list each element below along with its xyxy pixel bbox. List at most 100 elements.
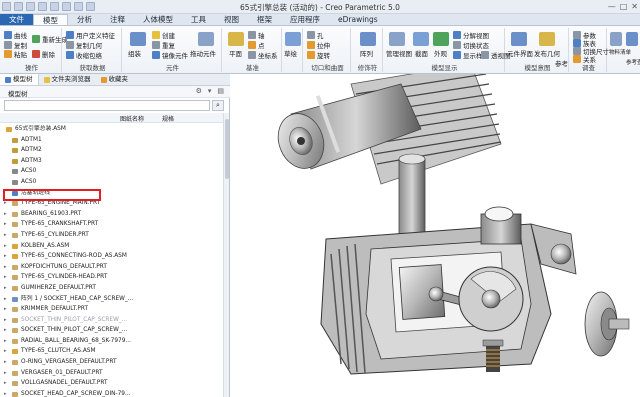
- curve-button[interactable]: 曲线: [4, 30, 27, 40]
- tree-row[interactable]: ACS0: [0, 166, 224, 177]
- expand-icon[interactable]: ▸: [4, 272, 7, 283]
- tab-edrawings[interactable]: eDrawings: [329, 14, 387, 25]
- tree-row[interactable]: ▸ TYPE-65_CLUTCH_AS.ASM: [0, 346, 224, 357]
- tree-row[interactable]: ▸ GUMIHERZE_DEFAULT.PRT: [0, 283, 224, 294]
- tab-tools[interactable]: 工具: [182, 14, 215, 25]
- tree-row[interactable]: ▸ KOLBEN_AS.ASM: [0, 241, 224, 252]
- search-icon[interactable]: ⌕: [212, 100, 224, 111]
- component-interface-icon[interactable]: [511, 32, 527, 46]
- tree-row-label: GUMIHERZE_DEFAULT.PRT: [21, 284, 96, 291]
- manage-views-icon[interactable]: [389, 32, 405, 46]
- axis-button[interactable]: 轴: [248, 30, 265, 40]
- tree-row[interactable]: ▸ O-RING_VERGASER_DEFAULT.PRT: [0, 357, 224, 368]
- reference-viewer-icon[interactable]: [626, 32, 638, 46]
- tab-framework[interactable]: 框架: [248, 14, 281, 25]
- tab-manikin[interactable]: 人体模型: [134, 14, 182, 25]
- column-drawing-name[interactable]: 图纸名称: [120, 114, 144, 123]
- tab-model[interactable]: 模型: [33, 14, 68, 25]
- explode-view-button[interactable]: 分解视图: [453, 30, 489, 40]
- expand-icon[interactable]: ▸: [4, 262, 7, 273]
- expand-icon[interactable]: ▸: [4, 336, 7, 347]
- expand-icon[interactable]: ▸: [4, 315, 7, 326]
- expand-icon[interactable]: ▸: [4, 251, 7, 262]
- tree-row[interactable]: ▸ KRIMMER_DEFAULT.PRT: [0, 304, 224, 315]
- bom-icon[interactable]: [610, 32, 622, 46]
- regenerate-button[interactable]: 重新生成: [32, 34, 68, 44]
- tree-row[interactable]: ▸ BEARING_61903.PRT: [0, 209, 224, 220]
- close-button[interactable]: ✕: [631, 2, 638, 11]
- scrollbar-thumb[interactable]: [225, 119, 229, 179]
- pattern-icon[interactable]: [360, 32, 376, 46]
- tree-row[interactable]: 65式引擎总装.ASM: [0, 124, 224, 135]
- show-icon[interactable]: ▾: [208, 87, 212, 95]
- extrude-button[interactable]: 拉伸: [307, 40, 330, 50]
- engine-model[interactable]: [231, 74, 640, 397]
- expand-icon[interactable]: ▸: [4, 219, 7, 230]
- tree-row[interactable]: ▸ VOLLGASNADEL_DEFAULT.PRT: [0, 378, 224, 389]
- expand-icon[interactable]: ▸: [4, 368, 7, 379]
- minimize-button[interactable]: —: [608, 2, 616, 11]
- tab-favorites[interactable]: 收藏夹: [96, 74, 134, 85]
- tree-row[interactable]: ▸ TYPE-65_CYLINDER.PRT: [0, 230, 224, 241]
- plane-icon[interactable]: [228, 32, 244, 46]
- tab-annotate[interactable]: 注释: [101, 14, 134, 25]
- expand-icon[interactable]: ▸: [4, 304, 7, 315]
- hole-button[interactable]: 孔: [307, 30, 324, 40]
- tree-row[interactable]: ▸ SOCKET_THIN_PILOT_CAP_SCREW_...: [0, 325, 224, 336]
- tab-model-tree[interactable]: 模型树: [0, 74, 39, 85]
- expand-icon[interactable]: ▸: [4, 241, 7, 252]
- tab-file[interactable]: 文件: [0, 14, 33, 25]
- tree-row[interactable]: ▸ KOPFDICHTUNG_DEFAULT.PRT: [0, 262, 224, 273]
- tree-row[interactable]: ▸ SOCKET_THIN_PILOT_CAP_SCREW_...: [0, 315, 224, 326]
- create-button[interactable]: 创建: [152, 30, 175, 40]
- mirror-component-button[interactable]: 镜像元件: [152, 50, 188, 60]
- graphics-viewport[interactable]: [231, 74, 640, 397]
- tree-row[interactable]: ADTM1: [0, 135, 224, 146]
- tree-row[interactable]: ADTM3: [0, 156, 224, 167]
- sketch-icon[interactable]: [285, 32, 301, 46]
- maximize-button[interactable]: □: [620, 2, 628, 11]
- tree-row[interactable]: ACS0: [0, 177, 224, 188]
- tab-view[interactable]: 视图: [215, 14, 248, 25]
- tab-applications[interactable]: 应用程序: [281, 14, 329, 25]
- repeat-button[interactable]: 重复: [152, 40, 175, 50]
- tree-row[interactable]: ▸ SOCKET_HEAD_CAP_SCREW_DIN-79...: [0, 389, 224, 397]
- tree-settings-icon[interactable]: ⚙: [196, 87, 202, 95]
- drag-components-icon[interactable]: [198, 32, 214, 46]
- expand-icon[interactable]: ▸: [4, 346, 7, 357]
- udf-button[interactable]: 用户定义特征: [66, 30, 115, 40]
- tree-row[interactable]: ▸ TYPE-65_CRANKSHAFT.PRT: [0, 219, 224, 230]
- tab-analysis[interactable]: 分析: [68, 14, 101, 25]
- tree-row[interactable]: ▸ RADIAL_BALL_BEARING_68_SK-7979...: [0, 336, 224, 347]
- filter-icon[interactable]: ▤: [217, 87, 224, 95]
- expand-icon[interactable]: ▸: [4, 378, 7, 389]
- expand-icon[interactable]: ▸: [4, 283, 7, 294]
- expand-icon[interactable]: ▸: [4, 357, 7, 368]
- vertical-scrollbar[interactable]: [223, 113, 229, 397]
- publish-geometry-icon[interactable]: [539, 32, 555, 46]
- shrinkwrap-button[interactable]: 收缩包络: [66, 50, 102, 60]
- section-icon[interactable]: [413, 32, 429, 46]
- delete-button[interactable]: 删除: [32, 49, 55, 59]
- tree-row[interactable]: ▸ TYPE-65_CYLINDER-HEAD.PRT: [0, 272, 224, 283]
- expand-icon[interactable]: ▸: [4, 389, 7, 397]
- expand-icon[interactable]: ▸: [4, 230, 7, 241]
- tree-row[interactable]: ▸ TYPE-65_CONNECTING-ROD_AS.ASM: [0, 251, 224, 262]
- expand-icon[interactable]: ▸: [4, 209, 7, 220]
- expand-icon[interactable]: ▸: [4, 294, 7, 305]
- csys-button[interactable]: 坐标系: [248, 50, 278, 60]
- tree-row[interactable]: ADTM2: [0, 145, 224, 156]
- revolve-button[interactable]: 旋转: [307, 50, 330, 60]
- point-button[interactable]: 点: [248, 40, 265, 50]
- appearance-icon[interactable]: [433, 32, 449, 46]
- paste-button[interactable]: 粘贴: [4, 49, 27, 59]
- assemble-icon[interactable]: [130, 32, 146, 46]
- toggle-status-button[interactable]: 切换状态: [453, 40, 489, 50]
- column-spec[interactable]: 规格: [162, 114, 174, 123]
- tree-row[interactable]: ▸ VERGASER_01_DEFAULT.PRT: [0, 368, 224, 379]
- tree-search-input[interactable]: [4, 100, 210, 111]
- tree-row[interactable]: ▸ 阵列 1 / SOCKET_HEAD_CAP_SCREW_...: [0, 294, 224, 305]
- tab-folder-browser[interactable]: 文件夹浏览器: [39, 74, 96, 85]
- copy-geometry-button[interactable]: 复制几何: [66, 40, 102, 50]
- expand-icon[interactable]: ▸: [4, 325, 7, 336]
